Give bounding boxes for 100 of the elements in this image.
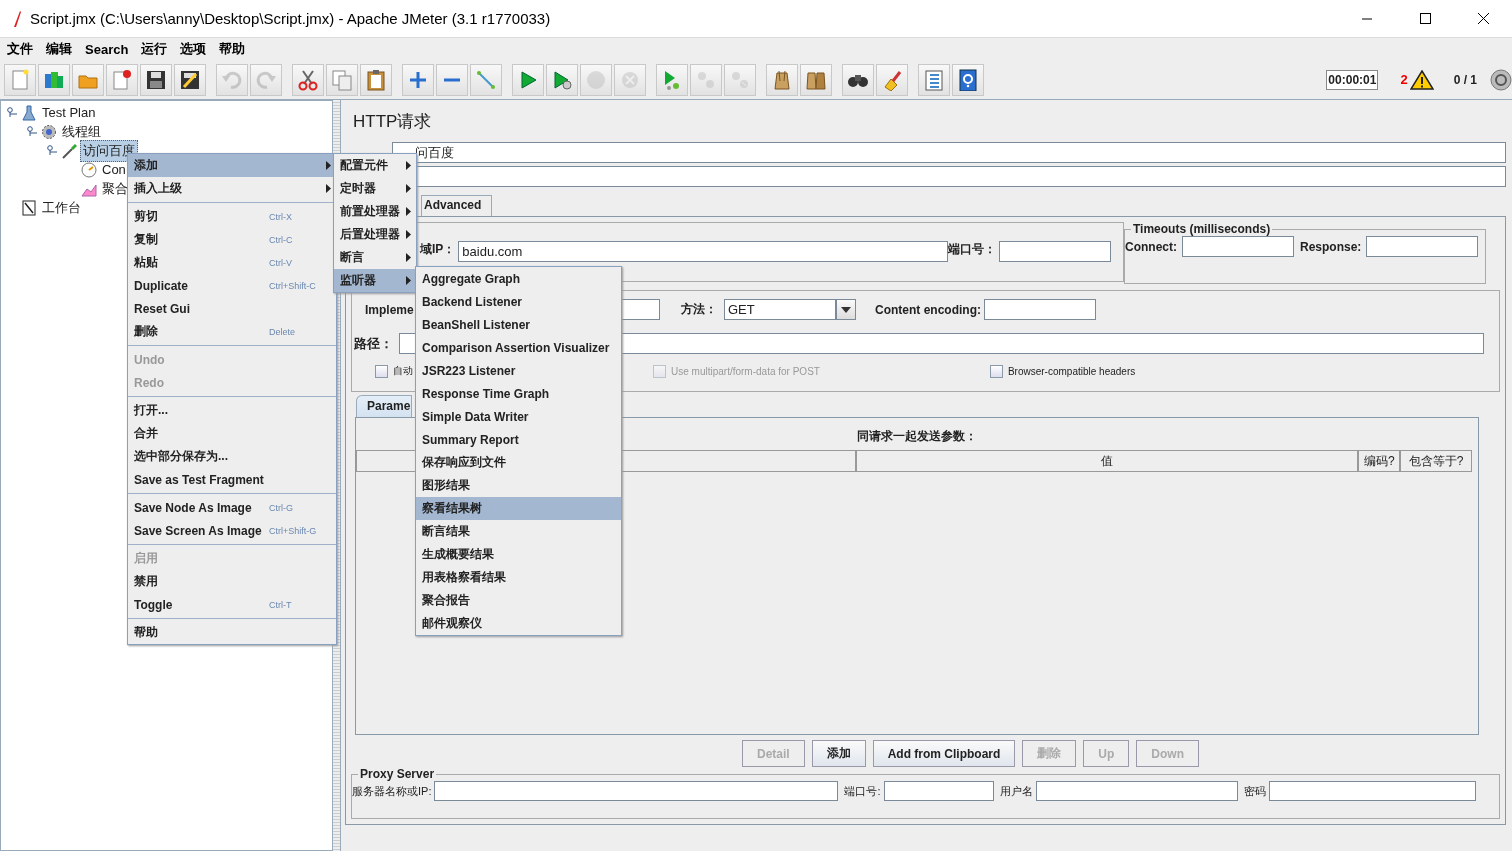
response-field[interactable] bbox=[1366, 236, 1479, 257]
copy-icon bbox=[331, 68, 353, 91]
menu-item[interactable]: 帮助 bbox=[219, 40, 246, 58]
input-field[interactable] bbox=[1268, 781, 1476, 801]
page-close-icon bbox=[111, 68, 133, 91]
menu-item[interactable]: 粘贴 Ctrl-V bbox=[128, 251, 336, 274]
checkbox-label: Browser-compatible headers bbox=[1007, 365, 1136, 377]
menu-item[interactable]: 用表格察看结果 bbox=[416, 566, 621, 589]
menu-item[interactable]: Simple Data Writer bbox=[416, 405, 621, 428]
tree-item[interactable]: Con bbox=[100, 161, 128, 178]
expand-handle-icon bbox=[47, 144, 57, 155]
host-field[interactable]: baidu.com bbox=[458, 241, 949, 262]
menu-item[interactable]: JSR223 Listener bbox=[416, 359, 621, 382]
maximize-icon bbox=[1418, 12, 1432, 25]
page-icon bbox=[9, 68, 31, 91]
menu-item[interactable]: 监听器 bbox=[334, 269, 416, 292]
menu-item[interactable]: 打开... bbox=[128, 399, 336, 422]
menu-item[interactable]: Search bbox=[85, 41, 129, 57]
list-icon bbox=[923, 68, 945, 91]
feather-icon bbox=[12, 9, 22, 28]
clipboard-icon bbox=[21, 199, 37, 216]
menu-item[interactable]: Summary Report bbox=[416, 428, 621, 451]
menu-item[interactable]: 后置处理器 bbox=[334, 223, 416, 246]
tab[interactable]: Advanced bbox=[421, 195, 493, 216]
checkbox[interactable] bbox=[989, 364, 1003, 378]
menu-item[interactable]: 选项 bbox=[180, 40, 207, 58]
input-field[interactable] bbox=[1035, 781, 1238, 801]
stop-icon bbox=[585, 68, 607, 91]
menu-item[interactable]: 断言结果 bbox=[416, 520, 621, 543]
clock-icon bbox=[81, 161, 97, 178]
menu-item[interactable]: 合并 bbox=[128, 422, 336, 445]
menu-item[interactable]: 邮件观察仪 bbox=[416, 612, 621, 635]
toolbar-button[interactable] bbox=[800, 63, 832, 96]
column-header: 编码? bbox=[1358, 450, 1401, 472]
action-button[interactable]: Add from Clipboard bbox=[872, 740, 1016, 767]
checkbox-label: 自动 bbox=[393, 364, 413, 378]
menu-item[interactable]: 察看结果树 bbox=[416, 497, 621, 520]
menu-item[interactable]: 生成概要结果 bbox=[416, 543, 621, 566]
thread-count: 0 / 1 bbox=[1453, 72, 1477, 87]
field-label: Connect: bbox=[1125, 239, 1177, 254]
connect-field[interactable] bbox=[1182, 236, 1294, 257]
menu-item[interactable]: Response Time Graph bbox=[416, 382, 621, 405]
menu-item[interactable]: 剪切 Ctrl-X bbox=[128, 205, 336, 228]
tree-item[interactable]: 工作台 bbox=[40, 197, 83, 218]
action-button[interactable]: 添加 bbox=[811, 740, 866, 767]
menu-item[interactable]: 前置处理器 bbox=[334, 200, 416, 223]
group-title: Timeouts (milliseconds) bbox=[1132, 222, 1272, 236]
menu-item[interactable]: Reset Gui bbox=[128, 297, 336, 320]
menu-item[interactable]: Aggregate Graph bbox=[416, 267, 621, 290]
menu-item[interactable]: 编辑 bbox=[46, 40, 72, 58]
tab[interactable]: Parame bbox=[356, 395, 412, 417]
menu-item[interactable]: 选中部分保存为... bbox=[128, 445, 336, 468]
menu-item[interactable]: 复制 Ctrl-C bbox=[128, 228, 336, 251]
menu-item[interactable]: BeanShell Listener bbox=[416, 313, 621, 336]
menu-item[interactable]: 运行 bbox=[141, 40, 168, 58]
menu-item[interactable]: 帮助 bbox=[128, 621, 336, 644]
menu-item[interactable]: 删除 Delete bbox=[128, 320, 336, 343]
toolbar-button[interactable] bbox=[292, 63, 324, 96]
toolbar-button[interactable] bbox=[952, 63, 984, 96]
input-field[interactable] bbox=[883, 781, 994, 801]
menu-item[interactable]: 添加 bbox=[128, 154, 336, 177]
submenu-arrow-icon bbox=[406, 230, 411, 239]
input-field[interactable] bbox=[434, 781, 839, 801]
warning-icon bbox=[1409, 69, 1434, 90]
help-book-icon bbox=[957, 68, 979, 91]
tree-item[interactable]: 线程组 bbox=[60, 121, 103, 142]
menu-item[interactable]: 聚合报告 bbox=[416, 589, 621, 612]
field-label: 端口号： bbox=[948, 241, 997, 258]
field-label: 路径： bbox=[354, 334, 394, 353]
menu-item[interactable]: Duplicate Ctrl+Shift-C bbox=[128, 274, 336, 297]
tree-item[interactable]: 聚合 bbox=[100, 178, 130, 199]
menu-item[interactable]: Save Node As Image Ctrl-G bbox=[128, 496, 336, 519]
submenu-arrow-icon bbox=[406, 184, 411, 193]
toolbar-button[interactable] bbox=[842, 63, 874, 96]
menu-item[interactable]: 图形结果 bbox=[416, 474, 621, 497]
port-field[interactable] bbox=[999, 241, 1112, 262]
gear-icon bbox=[41, 123, 57, 140]
field-label: 用户名 bbox=[999, 783, 1033, 799]
checkbox-label: Use multipart/form-data for POST bbox=[671, 365, 820, 377]
field-label: 域IP： bbox=[420, 241, 456, 258]
menu-item[interactable]: 文件 bbox=[7, 40, 33, 58]
menu-item[interactable]: Backend Listener bbox=[416, 290, 621, 313]
checkbox[interactable] bbox=[375, 364, 388, 378]
tree-item[interactable]: Test Plan bbox=[40, 104, 98, 121]
menu-item[interactable]: 定时器 bbox=[334, 177, 416, 200]
menu-item[interactable]: Toggle Ctrl-T bbox=[128, 593, 336, 616]
menu-item[interactable]: 插入上级 bbox=[128, 177, 336, 200]
submenu-arrow-icon bbox=[326, 184, 331, 193]
menu-item[interactable]: Save as Test Fragment bbox=[128, 468, 336, 491]
menu-item[interactable]: 禁用 bbox=[128, 570, 336, 593]
minus-icon bbox=[444, 77, 460, 82]
field-label: Impleme bbox=[365, 302, 415, 317]
toolbar-button[interactable] bbox=[360, 63, 392, 96]
menu-item[interactable]: Comparison Assertion Visualizer bbox=[416, 336, 621, 359]
menu-item[interactable]: Save Screen As Image Ctrl+Shift-G bbox=[128, 519, 336, 542]
toolbar-button[interactable] bbox=[174, 63, 206, 96]
toolbar-button[interactable] bbox=[140, 63, 172, 96]
menu-item[interactable]: 保存响应到文件 bbox=[416, 451, 621, 474]
menu-item[interactable]: 断言 bbox=[334, 246, 416, 269]
encoding-field[interactable] bbox=[984, 299, 1096, 320]
